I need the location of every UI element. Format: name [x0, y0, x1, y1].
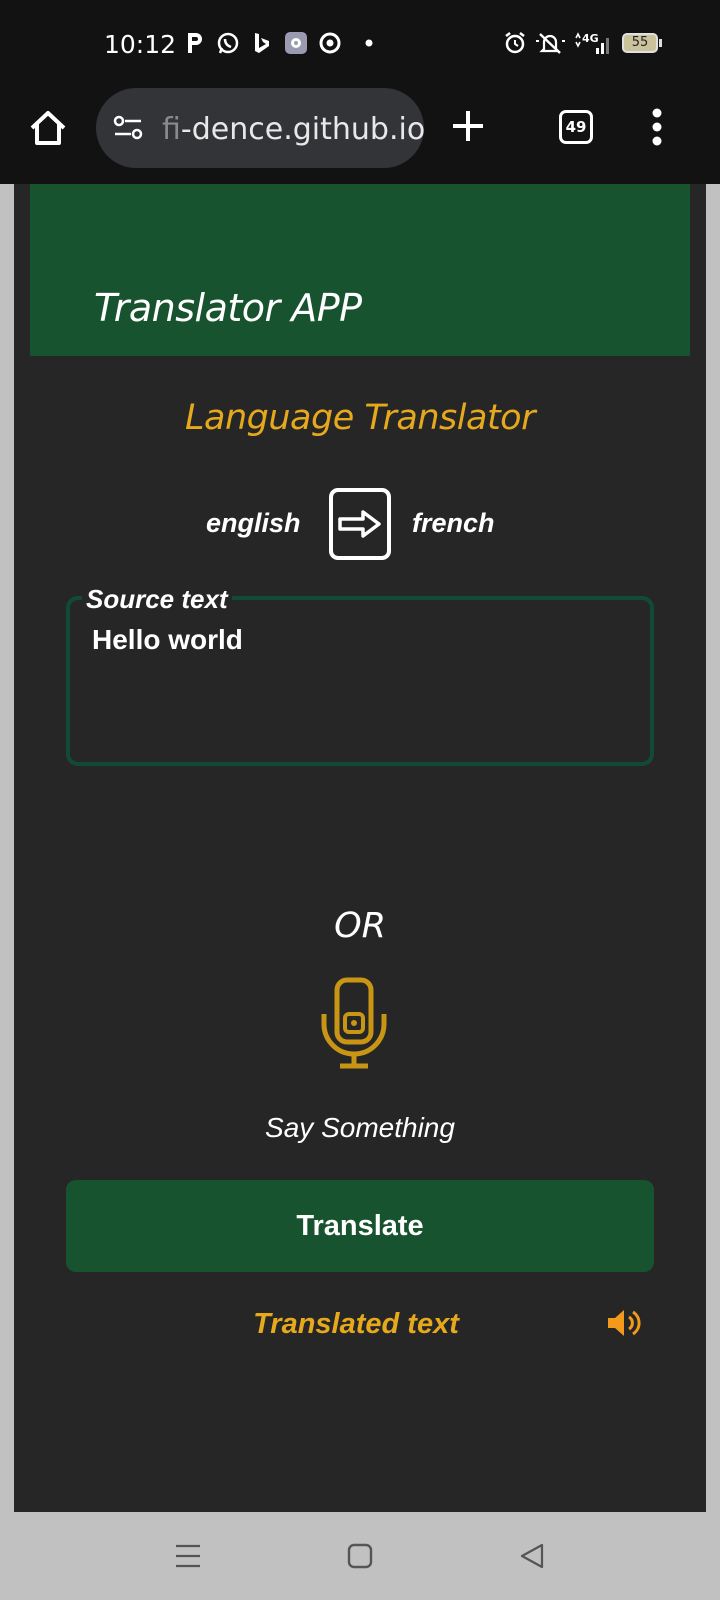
home-button-icon[interactable] [300, 1512, 420, 1600]
url-text-main: -dence.github.io [180, 112, 426, 147]
recents-menu-icon[interactable] [128, 1512, 248, 1600]
battery-level: 55 [631, 35, 649, 50]
app-header: Translator APP [30, 184, 690, 356]
back-button-icon[interactable] [472, 1512, 592, 1600]
status-time: 10:12 [104, 30, 177, 59]
new-tab-icon[interactable] [450, 108, 486, 144]
more-options-icon[interactable] [650, 106, 664, 148]
app-title: Translator APP [94, 286, 362, 330]
page-heading: Language Translator [185, 398, 535, 438]
alarm-icon [502, 30, 528, 56]
status-bar: 10:12 4G 55 [0, 0, 720, 86]
whatsapp-icon [215, 30, 241, 56]
paypal-icon [184, 30, 206, 56]
network-type: 4G [582, 32, 599, 45]
swap-languages-button[interactable] [329, 488, 391, 560]
source-language-label[interactable]: english [206, 508, 301, 539]
mute-icon [534, 30, 568, 56]
battery-icon: 55 [622, 30, 662, 56]
signal-icon: 4G [574, 30, 614, 56]
or-divider-label: OR [334, 906, 386, 946]
target-language-label[interactable]: french [412, 508, 495, 539]
source-text-input[interactable] [66, 596, 654, 766]
settings-app-icon [284, 30, 308, 56]
address-bar[interactable]: fi-dence.github.io [96, 88, 425, 168]
source-text-label: Source text [82, 584, 232, 615]
bing-icon [250, 30, 274, 56]
chrome-icon [318, 30, 342, 56]
site-settings-icon[interactable] [112, 112, 144, 144]
web-page: Translator APP Language Translator engli… [14, 184, 706, 1512]
speaker-icon[interactable] [606, 1306, 644, 1340]
browser-toolbar: fi-dence.github.io 49 [0, 86, 720, 184]
arrow-right-icon [338, 510, 381, 538]
translated-text-output: Translated text [253, 1308, 459, 1340]
url-text[interactable]: fi-dence.github.io [162, 112, 425, 147]
system-navigation-bar [0, 1512, 720, 1600]
tab-switcher-button[interactable]: 49 [559, 110, 593, 144]
translate-button[interactable]: Translate [66, 1180, 654, 1272]
home-icon[interactable] [26, 106, 70, 150]
more-notifications-dot [364, 30, 374, 56]
source-text-value[interactable]: Hello world [92, 624, 243, 656]
microphone-icon[interactable] [320, 976, 388, 1072]
url-text-faded: fi [162, 112, 181, 147]
voice-input-label: Say Something [265, 1112, 455, 1143]
